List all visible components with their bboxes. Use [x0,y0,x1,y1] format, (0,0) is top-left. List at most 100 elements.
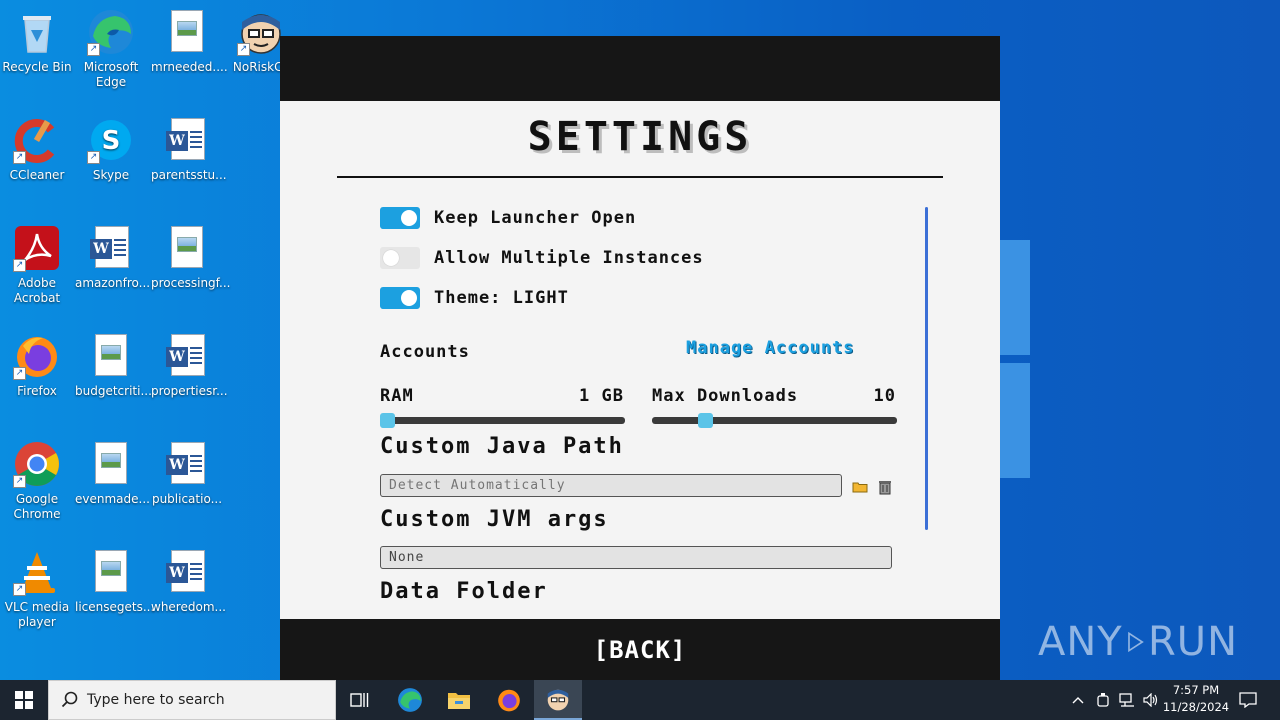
taskbar-firefox[interactable] [485,680,533,720]
toggle-keep-launcher-open[interactable] [380,207,420,229]
desktop-icon-label: wheredom... [151,600,226,614]
ram-slider-label: RAM 1 GB [380,386,624,406]
desktop-icon-recycle-bin[interactable]: Recycle Bin [0,8,74,75]
desktop-icon-mrneeded[interactable]: mrneeded.... [150,8,228,75]
taskbar: Type here to search 7:57 PM 11/28/2024 [0,680,1280,720]
desktop-icon-skype[interactable]: S ↗ Skype [74,116,148,183]
edge-icon [398,688,422,712]
taskbar-clock[interactable]: 7:57 PM 11/28/2024 [1158,682,1234,716]
desktop-icon-label: Firefox [17,384,57,398]
word-document-icon: W [163,116,211,164]
desktop-icon-label: VLC media player [4,600,70,629]
vlc-icon: ↗ [13,548,61,596]
max-downloads-value: 10 [873,386,896,406]
trash-icon[interactable] [877,479,893,495]
desktop-icon-parentsstu[interactable]: W parentsstu... [150,116,227,183]
image-file-icon [87,332,135,380]
desktop-icon-microsoft-edge[interactable]: ↗ Microsoft Edge [74,8,148,90]
taskbar-search-box[interactable]: Type here to search [48,680,336,720]
desktop-icon-label: licensegets... [75,600,155,614]
max-downloads-slider-label: Max Downloads 10 [652,386,896,406]
back-button[interactable]: [BACK] [594,636,687,664]
desktop-icon-label: budgetcriti... [75,384,152,398]
desktop-icon-vlc[interactable]: ↗ VLC media player [0,548,74,630]
taskbar-file-explorer[interactable] [435,680,483,720]
noriskclient-icon [547,689,569,711]
speaker-icon [1143,693,1158,707]
desktop-icon-budgetcriti[interactable]: budgetcriti... [74,332,152,399]
windows-wallpaper-logo [1000,240,1030,480]
manage-accounts-link[interactable]: Manage Accounts [686,338,855,358]
watermark-right-text: RUN [1148,619,1238,665]
word-document-icon: W [163,440,211,488]
toggle-label: Keep Launcher Open [434,208,637,228]
ram-slider-thumb[interactable] [380,413,395,428]
desktop-icon-label: Google Chrome [13,492,61,521]
edge-icon: ↗ [87,8,135,56]
desktop-icon-processingf[interactable]: processingf... [150,224,231,291]
folder-icon [448,693,470,709]
task-view-button[interactable] [336,680,384,720]
taskbar-edge[interactable] [386,680,434,720]
java-path-input[interactable] [380,474,842,497]
start-button[interactable] [0,680,48,720]
launcher-window: SETTINGS Keep Launcher Open Allow Multip… [280,36,1000,680]
tray-device-button[interactable] [1092,680,1114,720]
toggle-allow-multiple-instances[interactable] [380,247,420,269]
chevron-up-icon [1072,697,1084,704]
clock-date: 11/28/2024 [1162,700,1230,714]
usb-device-icon [1097,693,1109,707]
tray-overflow-button[interactable] [1068,680,1088,720]
desktop-icon-wheredom[interactable]: W wheredom... [150,548,226,615]
desktop-icon-google-chrome[interactable]: ↗ Google Chrome [0,440,74,522]
image-file-icon [87,440,135,488]
desktop-icon-amazonfro[interactable]: W amazonfro... [74,224,151,291]
max-downloads-slider[interactable] [652,413,897,428]
taskbar-noriskclient[interactable] [534,680,582,720]
custom-java-path-heading: Custom Java Path [380,434,624,459]
desktop-icon-licensegets[interactable]: licensegets... [74,548,155,615]
desktop-icon-label: amazonfro... [75,276,151,290]
desktop-icon-evenmade[interactable]: evenmade... [74,440,150,507]
settings-scrollbar[interactable] [925,207,928,530]
desktop-icon-label: parentsstu... [151,168,227,182]
desktop-icon-label: processingf... [151,276,231,290]
skype-icon: S ↗ [87,116,135,164]
clock-time: 7:57 PM [1172,683,1220,697]
accounts-label: Accounts [380,342,470,362]
setting-keep-launcher-open: Keep Launcher Open [380,206,636,230]
ram-slider[interactable] [380,413,625,428]
windows-start-icon [15,691,33,709]
desktop-icon-label: evenmade... [75,492,150,506]
toggle-theme[interactable] [380,287,420,309]
task-view-icon [350,693,369,707]
network-icon [1119,693,1134,707]
toggle-label: Allow Multiple Instances [434,248,704,268]
ram-label: RAM [380,386,414,406]
setting-allow-multiple-instances: Allow Multiple Instances [380,246,704,270]
image-file-icon [87,548,135,596]
max-downloads-slider-thumb[interactable] [698,413,713,428]
folder-icon[interactable] [852,479,868,495]
ccleaner-icon: ↗ [13,116,61,164]
jvm-args-input[interactable] [380,546,892,569]
svg-text:S: S [102,126,121,156]
title-divider [337,176,943,178]
search-placeholder: Type here to search [87,692,225,708]
max-downloads-label: Max Downloads [652,386,799,406]
recycle-bin-icon [13,8,61,56]
firefox-icon: ↗ [13,332,61,380]
search-icon [61,691,78,708]
ram-value: 1 GB [579,386,624,406]
desktop-icon-publicatio[interactable]: W publicatio... [150,440,224,507]
setting-theme: Theme: LIGHT [380,286,569,310]
desktop-icon-ccleaner[interactable]: ↗ CCleaner [0,116,74,183]
notifications-button[interactable] [1234,680,1262,720]
tray-network-button[interactable] [1116,680,1138,720]
desktop-icon-adobe-acrobat[interactable]: ↗ Adobe Acrobat [0,224,74,306]
desktop-icon-propertiesr[interactable]: W propertiesr... [150,332,228,399]
noriskclient-icon: ↗ [237,8,285,56]
desktop-icon-firefox[interactable]: ↗ Firefox [0,332,74,399]
desktop-icon-label: propertiesr... [151,384,228,398]
firefox-icon [498,689,520,712]
